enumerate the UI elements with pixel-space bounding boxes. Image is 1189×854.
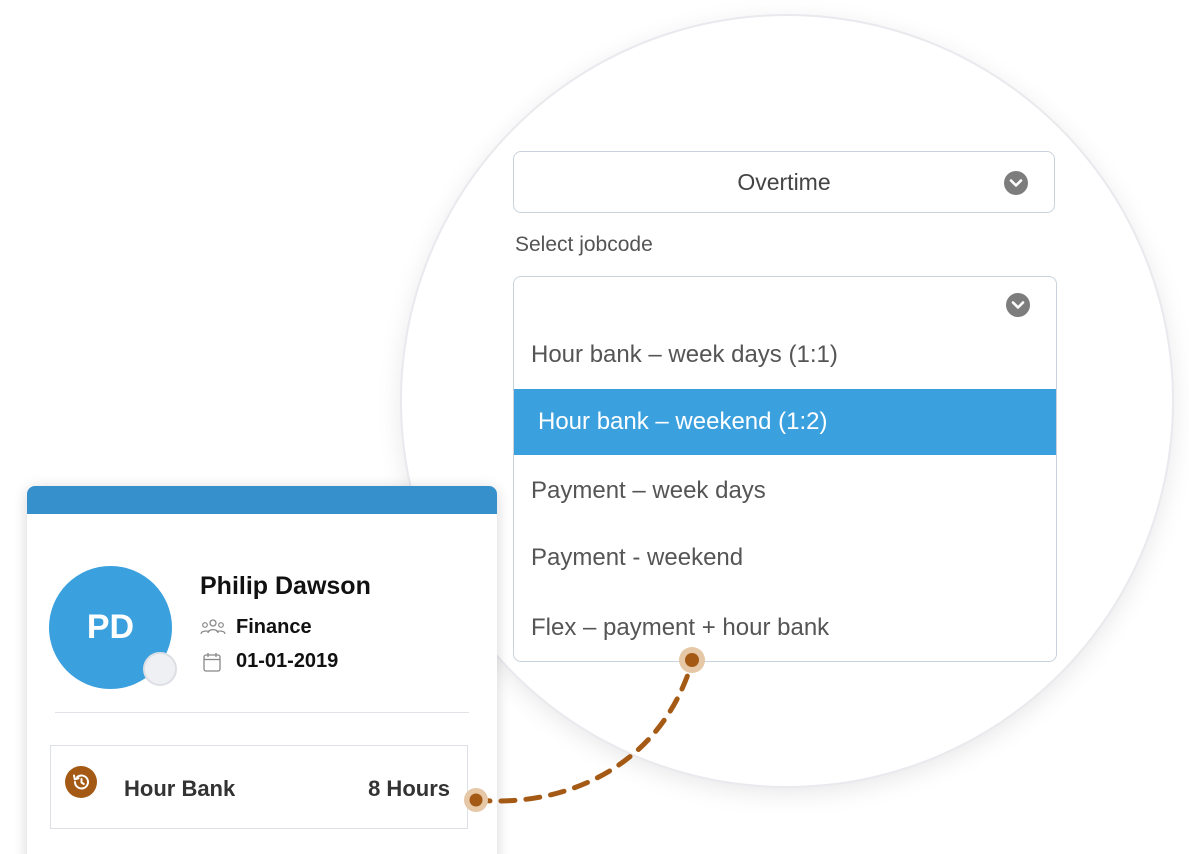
jobcode-option[interactable]: Flex – payment + hour bank xyxy=(514,595,1056,661)
hour-bank-value: 8 Hours xyxy=(368,776,450,801)
jobcode-option[interactable]: Payment – week days xyxy=(514,458,1056,524)
jobcode-option-label: Hour bank – weekend (1:2) xyxy=(538,408,828,435)
date-row: 01-01-2019 xyxy=(200,650,338,673)
jobcode-option[interactable]: Hour bank – week days (1:1) xyxy=(514,322,1056,388)
chevron-down-icon[interactable] xyxy=(1006,293,1030,317)
card-header xyxy=(27,486,497,514)
overtime-select-value: Overtime xyxy=(737,168,831,195)
history-icon xyxy=(65,766,97,798)
profile-card: PD Philip Dawson Finance 01-01-2019 Hour… xyxy=(27,486,497,854)
jobcode-label: Select jobcode xyxy=(515,233,653,256)
overtime-select[interactable]: Overtime xyxy=(513,151,1055,213)
jobcode-option-selected[interactable]: Hour bank – weekend (1:2) xyxy=(514,389,1056,455)
jobcode-dropdown[interactable]: Hour bank – week days (1:1) Hour bank – … xyxy=(513,276,1057,662)
avatar-initials: PD xyxy=(86,608,135,646)
department-row: Finance xyxy=(200,616,312,639)
status-indicator xyxy=(143,652,177,686)
jobcode-option-label: Payment - weekend xyxy=(531,544,744,571)
hour-bank-label: Hour Bank xyxy=(124,776,236,801)
jobcode-option-label: Flex – payment + hour bank xyxy=(531,614,830,641)
hour-bank-row[interactable]: Hour Bank 8 Hours xyxy=(50,745,468,829)
department-text: Finance xyxy=(236,616,312,638)
stage: Overtime Select jobcode Hour bank – week… xyxy=(0,0,1189,854)
team-icon xyxy=(200,618,226,638)
employee-name: Philip Dawson xyxy=(200,572,371,600)
divider xyxy=(55,712,469,713)
chevron-down-icon[interactable] xyxy=(1004,171,1028,195)
date-text: 01-01-2019 xyxy=(236,650,339,672)
jobcode-option-label: Payment – week days xyxy=(531,477,766,504)
jobcode-option-label: Hour bank – week days (1:1) xyxy=(531,341,838,368)
calendar-icon xyxy=(200,652,226,672)
jobcode-option[interactable]: Payment - weekend xyxy=(514,525,1056,591)
